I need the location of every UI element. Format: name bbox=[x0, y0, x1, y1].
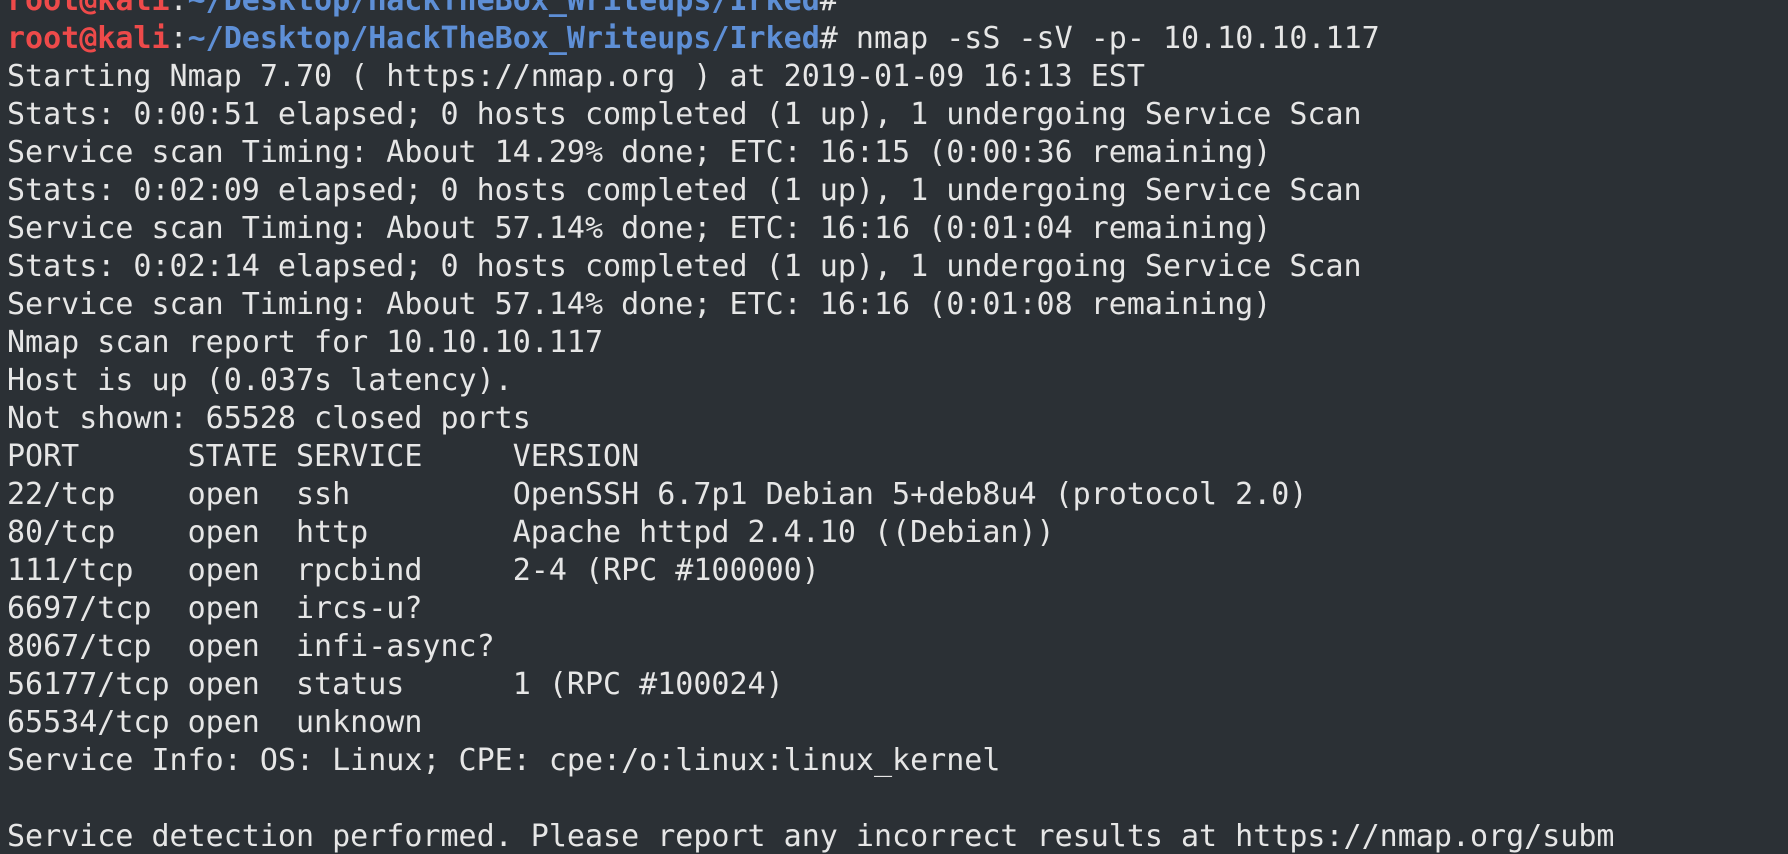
port-table-row: 56177/tcp open status 1 (RPC #100024) bbox=[7, 667, 784, 702]
output-line: Stats: 0:00:51 elapsed; 0 hosts complete… bbox=[7, 97, 1362, 132]
port-table-row: 22/tcp open ssh OpenSSH 6.7p1 Debian 5+d… bbox=[7, 477, 1308, 512]
port-table-row: 65534/tcp open unknown bbox=[7, 705, 423, 740]
output-line: Service Info: OS: Linux; CPE: cpe:/o:lin… bbox=[7, 743, 1001, 778]
port-table-row: 8067/tcp open infi-async? bbox=[7, 629, 495, 664]
output-line: Service scan Timing: About 57.14% done; … bbox=[7, 211, 1272, 246]
prompt-path: ~/Desktop/HackTheBox_Writeups/Irked bbox=[187, 0, 820, 18]
output-line: Stats: 0:02:09 elapsed; 0 hosts complete… bbox=[7, 173, 1362, 208]
output-line: Not shown: 65528 closed ports bbox=[7, 401, 531, 436]
current-prompt-line: root@kali:~/Desktop/HackTheBox_Writeups/… bbox=[7, 20, 1788, 58]
output-line: Nmap scan report for 10.10.10.117 bbox=[7, 325, 604, 360]
output-line: Service detection performed. Please repo… bbox=[7, 819, 1615, 854]
output-line: Service scan Timing: About 14.29% done; … bbox=[7, 135, 1272, 170]
port-table-header: PORT STATE SERVICE VERSION bbox=[7, 439, 640, 474]
output-line: Service scan Timing: About 57.14% done; … bbox=[7, 287, 1272, 322]
prompt-symbol: # bbox=[819, 21, 838, 56]
previous-prompt-line: root@kali:~/Desktop/HackTheBox_Writeups/… bbox=[7, 0, 1788, 20]
port-table-row: 6697/tcp open ircs-u? bbox=[7, 591, 423, 626]
command-text: nmap -sS -sV -p- 10.10.10.117 bbox=[837, 21, 1380, 56]
prompt-separator: : bbox=[169, 21, 188, 56]
output-line: Starting Nmap 7.70 ( https://nmap.org ) … bbox=[7, 59, 1145, 94]
prompt-user-host: root@kali bbox=[7, 21, 170, 56]
terminal-output: root@kali:~/Desktop/HackTheBox_Writeups/… bbox=[7, 0, 1788, 854]
output-line: Stats: 0:02:14 elapsed; 0 hosts complete… bbox=[7, 249, 1362, 284]
prompt-separator: : bbox=[169, 0, 188, 18]
prompt-symbol: # bbox=[819, 0, 838, 18]
output-line: Host is up (0.037s latency). bbox=[7, 363, 513, 398]
port-table-row: 111/tcp open rpcbind 2-4 (RPC #100000) bbox=[7, 553, 820, 588]
port-table-row: 80/tcp open http Apache httpd 2.4.10 ((D… bbox=[7, 515, 1055, 550]
prompt-path: ~/Desktop/HackTheBox_Writeups/Irked bbox=[187, 21, 820, 56]
prompt-user-host: root@kali bbox=[7, 0, 170, 18]
terminal-window[interactable]: root@kali:~/Desktop/HackTheBox_Writeups/… bbox=[0, 0, 1788, 854]
